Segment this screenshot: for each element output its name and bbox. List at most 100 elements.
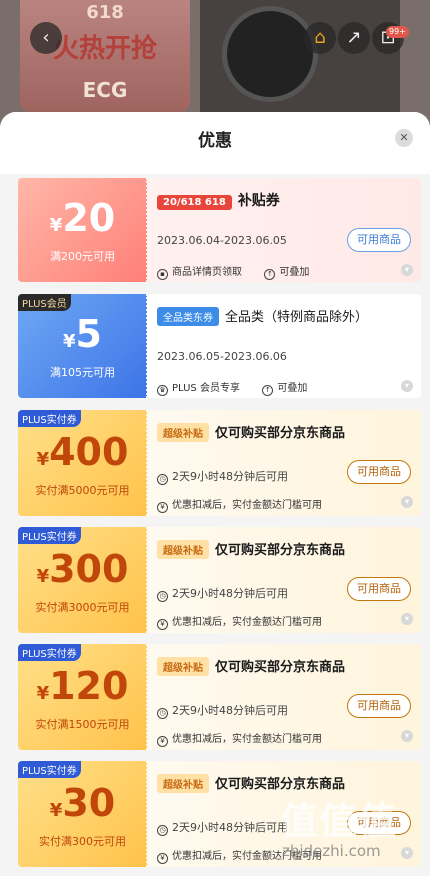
coupon-card[interactable]: PLUS实付券 ¥120 实付满1500元可用 超级补贴 仅可购买部分京东商品 ◷… (18, 644, 421, 750)
coupon-countdown: ◷ 2天9小时48分钟后可用 (157, 468, 288, 485)
coupon-value-panel: PLUS实付券 ¥300 实付满3000元可用 (18, 527, 148, 633)
plus-paid-tag: PLUS实付券 (18, 644, 81, 661)
chevron-down-icon[interactable]: ▾ (401, 613, 413, 625)
cart-badge: 99+ (386, 26, 409, 38)
clock-icon: ◷ (157, 591, 168, 602)
plus-paid-tag: PLUS实付券 (18, 527, 81, 544)
coupon-info-row: ¥ 优惠扣减后，实付金额达门槛可用 (157, 730, 322, 747)
share-icon[interactable]: ↗ (338, 22, 370, 54)
coupon-title-row: 超级补贴 仅可购买部分京东商品 (157, 422, 345, 442)
coupon-pill: 超级补贴 (157, 657, 209, 676)
coupon-info-1: 商品详情页领取 (172, 267, 242, 278)
coupon-amount: ¥300 (36, 547, 129, 591)
crown-icon: ♛ (157, 385, 168, 396)
promo-top-text: 618 (86, 2, 124, 23)
stack-icon: ↑ (262, 385, 274, 396)
coupon-info-2: 可叠加 (277, 383, 308, 394)
coupon-title-row: 20/618 618 补贴券 (157, 190, 280, 210)
coupon-card[interactable]: PLUS实付券 ¥300 实付满3000元可用 超级补贴 仅可购买部分京东商品 ◷… (18, 527, 421, 633)
coupon-pill: 超级补贴 (157, 774, 209, 793)
product-image (200, 0, 400, 112)
coupon-value-panel: PLUS实付券 ¥120 实付满1500元可用 (18, 644, 148, 750)
coupon-amount: ¥5 (63, 312, 102, 356)
coupon-condition: 实付满300元可用 (39, 835, 126, 848)
coupon-card[interactable]: PLUS会员 ¥5 满105元可用 全品类东券 全品类（特例商品除外） 2023.… (18, 294, 421, 398)
back-icon[interactable]: ‹ (30, 22, 62, 54)
coupon-card[interactable]: ¥20 满200元可用 20/618 618 补贴券 2023.06.04-202… (18, 178, 421, 282)
clock-icon: ◷ (157, 708, 168, 719)
coupon-detail-panel: 超级补贴 仅可购买部分京东商品 ◷ 2天9小时48分钟后可用 可用商品 ¥ 优惠扣减后… (147, 410, 421, 516)
coupon-condition: 实付满3000元可用 (35, 601, 130, 614)
coupon-value-panel: PLUS会员 ¥5 满105元可用 (18, 294, 148, 398)
source-icon: ▪ (157, 269, 168, 280)
yen-icon: ¥ (157, 736, 168, 747)
coupon-detail-panel: 超级补贴 仅可购买部分京东商品 ◷ 2天9小时48分钟后可用 可用商品 ¥ 优惠扣减后… (147, 644, 421, 750)
coupon-countdown: ◷ 2天9小时48分钟后可用 (157, 702, 288, 719)
clock-icon: ◷ (157, 474, 168, 485)
coupon-info-row: ♛ PLUS 会员专享 ↑ 可叠加 (157, 379, 307, 396)
watermark-url: zhidezhi.com (282, 842, 381, 860)
coupon-title: 仅可购买部分京东商品 (215, 660, 346, 675)
coupon-condition: 实付满1500元可用 (35, 718, 130, 731)
coupon-amount: ¥120 (36, 664, 129, 708)
coupon-pill: 20/618 618 (157, 195, 232, 210)
coupon-title-row: 全品类东券 全品类（特例商品除外） (157, 306, 368, 326)
yen-icon: ¥ (157, 853, 168, 864)
coupon-sheet: 优惠 ✕ ¥20 满200元可用 20/618 618 补贴券 2023.06.0… (0, 112, 430, 876)
coupon-condition: 实付满5000元可用 (35, 484, 130, 497)
stack-icon: ↑ (264, 269, 276, 280)
coupon-pill: 超级补贴 (157, 423, 209, 442)
view-products-button[interactable]: 可用商品 (347, 228, 411, 252)
chevron-down-icon[interactable]: ▾ (401, 730, 413, 742)
clock-icon: ◷ (157, 825, 168, 836)
coupon-info-1: 优惠扣减后，实付金额达门槛可用 (172, 734, 322, 745)
coupon-condition: 满200元可用 (50, 250, 115, 263)
coupon-pill: 全品类东券 (157, 307, 219, 326)
coupon-countdown: ◷ 2天9小时48分钟后可用 (157, 585, 288, 602)
coupon-info-row: ▪ 商品详情页领取 ↑ 可叠加 (157, 263, 309, 280)
chevron-down-icon[interactable]: ▾ (401, 496, 413, 508)
coupon-value-panel: PLUS实付券 ¥30 实付满300元可用 (18, 761, 148, 867)
coupon-amount: ¥30 (49, 781, 116, 825)
coupon-amount: ¥400 (36, 430, 129, 474)
sheet-title: 优惠 (198, 131, 232, 151)
coupon-card[interactable]: PLUS实付券 ¥400 实付满5000元可用 超级补贴 仅可购买部分京东商品 ◷… (18, 410, 421, 516)
plus-member-tag: PLUS会员 (18, 294, 71, 311)
chevron-down-icon[interactable]: ▾ (401, 380, 413, 392)
product-page-background: 618 火热开抢 ECG ‹ ⌂ ↗ ⊡ 99+ (0, 0, 430, 130)
coupon-detail-panel: 超级补贴 仅可购买部分京东商品 ◷ 2天9小时48分钟后可用 可用商品 ¥ 优惠扣减后… (147, 527, 421, 633)
chevron-down-icon[interactable]: ▾ (401, 847, 413, 859)
coupon-title-row: 超级补贴 仅可购买部分京东商品 (157, 656, 345, 676)
coupon-title: 补贴券 (237, 193, 280, 209)
coupon-value-panel: PLUS实付券 ¥400 实付满5000元可用 (18, 410, 148, 516)
watermark-logo: 值值值 (280, 799, 398, 843)
coupon-info-1: PLUS 会员专享 (172, 383, 240, 394)
sheet-header: 优惠 ✕ (0, 112, 430, 174)
coupon-title: 仅可购买部分京东商品 (215, 426, 346, 441)
coupon-value-panel: ¥20 满200元可用 (18, 178, 148, 282)
yen-icon: ¥ (157, 619, 168, 630)
coupon-amount: ¥20 (49, 196, 116, 240)
home-icon[interactable]: ⌂ (304, 22, 336, 54)
coupon-info-1: 优惠扣减后，实付金额达门槛可用 (172, 617, 322, 628)
coupon-detail-panel: 20/618 618 补贴券 2023.06.04-2023.06.05 可用商品… (147, 178, 421, 282)
coupon-date: 2023.06.04-2023.06.05 (157, 234, 287, 247)
view-products-button[interactable]: 可用商品 (347, 577, 411, 601)
close-icon[interactable]: ✕ (395, 129, 413, 147)
coupon-date: 2023.06.05-2023.06.06 (157, 350, 287, 363)
coupon-info-row: ¥ 优惠扣减后，实付金额达门槛可用 (157, 613, 322, 630)
coupon-info-2: 可叠加 (279, 267, 310, 278)
coupon-title-row: 超级补贴 仅可购买部分京东商品 (157, 539, 345, 559)
coupon-detail-panel: 全品类东券 全品类（特例商品除外） 2023.06.05-2023.06.06 ♛… (147, 294, 421, 398)
plus-paid-tag: PLUS实付券 (18, 761, 81, 778)
coupon-info-1: 优惠扣减后，实付金额达门槛可用 (172, 500, 322, 511)
promo-bottom-text: ECG (82, 78, 128, 102)
chevron-down-icon[interactable]: ▾ (401, 264, 413, 276)
view-products-button[interactable]: 可用商品 (347, 694, 411, 718)
coupon-info-row: ¥ 优惠扣减后，实付金额达门槛可用 (157, 496, 322, 513)
coupon-countdown: ◷ 2天9小时48分钟后可用 (157, 819, 288, 836)
coupon-title: 全品类（特例商品除外） (225, 310, 369, 325)
coupon-title: 仅可购买部分京东商品 (215, 543, 346, 558)
view-products-button[interactable]: 可用商品 (347, 460, 411, 484)
watch-face (222, 6, 318, 102)
